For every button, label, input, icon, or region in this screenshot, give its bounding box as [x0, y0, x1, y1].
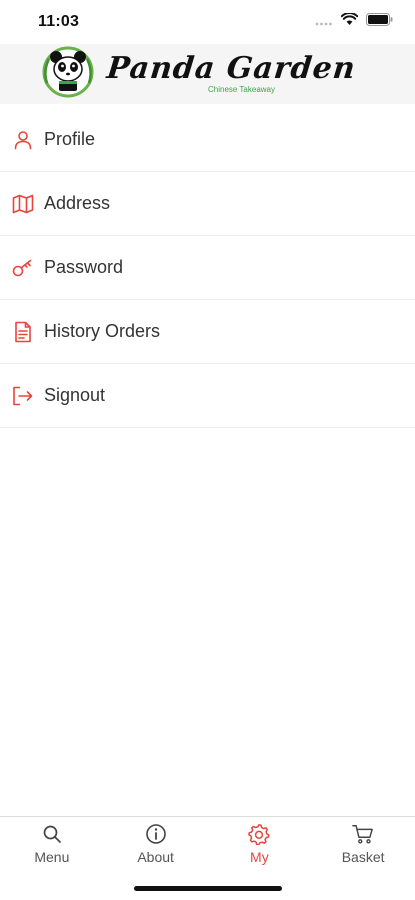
menu-item-label: Password	[44, 257, 124, 277]
brand-text: Panda Garden Chinese Takeaway	[105, 51, 358, 94]
menu-item-password[interactable]: Password	[0, 236, 415, 300]
gear-icon	[248, 823, 270, 845]
brand-tagline: Chinese Takeaway	[207, 85, 275, 94]
brand-logo: Panda Garden Chinese Takeaway	[39, 45, 358, 104]
home-indicator[interactable]	[134, 886, 282, 891]
cart-icon	[352, 823, 374, 845]
tab-basket[interactable]: Basket	[311, 817, 415, 900]
panda-logo-icon	[39, 45, 97, 104]
wifi-icon	[340, 12, 359, 31]
map-icon	[12, 193, 34, 215]
search-icon	[41, 823, 63, 845]
info-icon	[145, 823, 167, 845]
menu-item-profile[interactable]: Profile	[0, 108, 415, 172]
tab-label: Menu	[34, 849, 70, 865]
menu-item-history-orders[interactable]: History Orders	[0, 300, 415, 364]
menu-item-label: History Orders	[44, 321, 161, 341]
signal-icon	[315, 13, 333, 31]
screen: 11:03 Panda Garden Chinese Takeaway Prof…	[0, 0, 415, 900]
key-icon	[12, 257, 34, 279]
menu-item-address[interactable]: Address	[0, 172, 415, 236]
signout-icon	[12, 385, 34, 407]
user-icon	[12, 129, 34, 151]
tab-label: My	[250, 849, 269, 865]
tab-label: About	[137, 849, 174, 865]
battery-icon	[366, 13, 393, 31]
document-icon	[12, 321, 34, 343]
menu-item-label: Signout	[44, 385, 106, 405]
menu-item-label: Profile	[44, 129, 96, 149]
tab-label: Basket	[341, 849, 385, 865]
account-menu: Profile Address Password History Orders …	[0, 108, 415, 428]
header: Panda Garden Chinese Takeaway	[0, 44, 415, 104]
tab-menu[interactable]: Menu	[0, 817, 104, 900]
status-icons	[315, 12, 393, 31]
status-time: 11:03	[38, 13, 80, 30]
menu-item-label: Address	[44, 193, 111, 213]
brand-name: Panda Garden	[105, 51, 358, 86]
status-bar: 11:03	[0, 0, 415, 44]
menu-item-signout[interactable]: Signout	[0, 364, 415, 428]
